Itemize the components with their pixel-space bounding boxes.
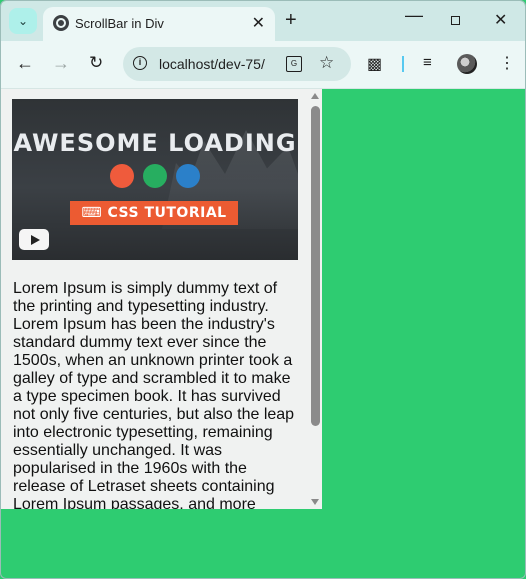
scroll-up-arrow[interactable] xyxy=(311,93,319,99)
scroll-thumb[interactable] xyxy=(311,106,320,426)
loading-dot xyxy=(143,164,167,188)
loading-dot xyxy=(176,164,200,188)
toolbar-separator xyxy=(402,56,404,72)
browser-toolbar: ← → ↻ i localhost/dev-75/ G ☆ ▩ ≡ ⋮ xyxy=(1,41,525,89)
play-icon[interactable] xyxy=(19,229,49,250)
maximize-icon[interactable] xyxy=(451,16,460,25)
chevron-down-icon: ⌄ xyxy=(17,14,29,28)
lorem-paragraph: Lorem Ipsum is simply dummy text of the … xyxy=(13,280,295,509)
minimize-icon[interactable]: — xyxy=(405,5,423,26)
arrow-left-icon[interactable]: ← xyxy=(16,54,34,72)
kebab-menu-icon[interactable]: ⋮ xyxy=(499,53,515,73)
tab-active[interactable]: ScrollBar in Div ✕ xyxy=(43,7,275,41)
tab-search-button[interactable]: ⌄ xyxy=(9,8,37,34)
thumbnail-badge: ⌨ CSS TUTORIAL xyxy=(70,201,238,225)
tab-strip: ⌄ ScrollBar in Div ✕ + — ✕ xyxy=(1,1,525,41)
reload-icon[interactable]: ↻ xyxy=(89,54,103,72)
loading-dot xyxy=(110,164,134,188)
window-close-icon[interactable]: ✕ xyxy=(494,10,507,30)
tab-title: ScrollBar in Div xyxy=(75,16,164,31)
info-icon[interactable]: i xyxy=(133,56,147,70)
translate-icon[interactable]: G xyxy=(286,56,302,72)
scroll-container[interactable]: AWESOME LOADING ⌨ CSS TUTORIAL Lorem Ips… xyxy=(1,89,322,509)
address-bar[interactable]: i localhost/dev-75/ G ☆ xyxy=(123,47,351,81)
video-thumbnail[interactable]: AWESOME LOADING ⌨ CSS TUTORIAL xyxy=(12,99,298,260)
arrow-right-icon[interactable]: → xyxy=(52,54,70,72)
css3-icon: ⌨ xyxy=(81,205,103,221)
globe-icon xyxy=(53,15,69,31)
media-queue-icon[interactable]: ≡ xyxy=(423,54,432,71)
scroll-down-arrow[interactable] xyxy=(311,499,319,505)
url-text[interactable]: localhost/dev-75/ xyxy=(159,56,265,72)
thumbnail-title: AWESOME LOADING xyxy=(13,129,297,157)
browser-window: ⌄ ScrollBar in Div ✕ + — ✕ ← → ↻ i local… xyxy=(0,0,526,579)
avatar[interactable] xyxy=(457,54,477,74)
badge-text: CSS TUTORIAL xyxy=(107,205,227,221)
close-icon[interactable]: ✕ xyxy=(252,13,265,33)
puzzle-icon[interactable]: ▩ xyxy=(367,54,382,74)
star-icon[interactable]: ☆ xyxy=(319,53,334,73)
plus-icon[interactable]: + xyxy=(285,9,297,32)
vertical-scrollbar[interactable] xyxy=(309,89,322,509)
